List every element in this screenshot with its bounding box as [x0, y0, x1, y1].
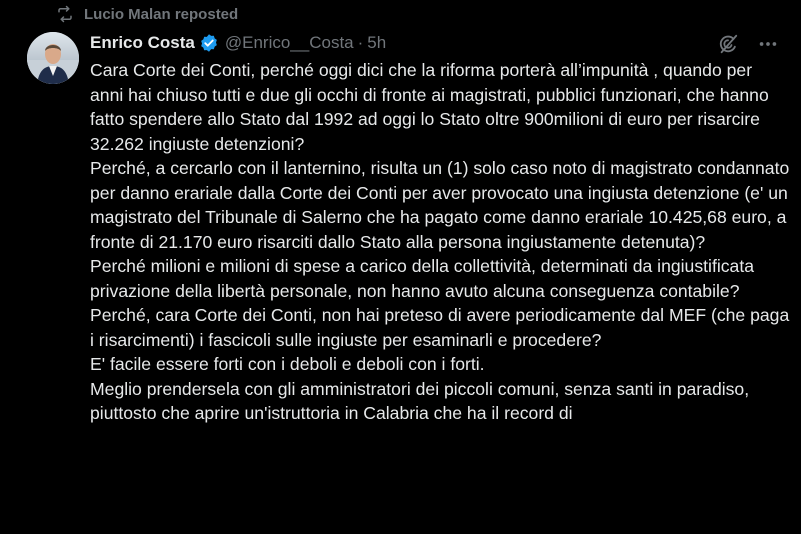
verified-badge-icon	[199, 33, 219, 53]
tweet-paragraph: Perché milioni e milioni di spese a cari…	[90, 256, 754, 301]
tweet-text: Cara Corte dei Conti, perché oggi dici c…	[90, 58, 790, 426]
more-icon[interactable]	[757, 33, 779, 55]
header-separator: ·	[357, 33, 364, 52]
repost-context[interactable]: Lucio Malan reposted	[56, 4, 238, 24]
tweet-paragraph: Cara Corte dei Conti, perché oggi dici c…	[90, 60, 769, 154]
tweet-paragraph: Perché, a cercarlo con il lanternino, ri…	[90, 158, 790, 252]
grok-icon[interactable]	[717, 33, 739, 55]
repost-icon	[56, 5, 74, 23]
tweet-header-actions	[717, 33, 779, 55]
tweet-paragraph: E' facile essere forti con i deboli e de…	[90, 354, 485, 374]
author-handle[interactable]: @Enrico__Costa	[225, 33, 354, 53]
post-timestamp[interactable]: 5h	[367, 33, 386, 53]
tweet-paragraph: Meglio prendersela con gli amministrator…	[90, 378, 750, 424]
avatar[interactable]	[27, 32, 79, 84]
author-display-name[interactable]: Enrico Costa	[90, 33, 195, 53]
tweet-header: Enrico Costa @Enrico__Costa · 5h	[90, 32, 386, 54]
tweet-paragraph: Perché, cara Corte dei Conti, non hai pr…	[90, 305, 790, 350]
repost-label: Lucio Malan reposted	[84, 5, 239, 23]
